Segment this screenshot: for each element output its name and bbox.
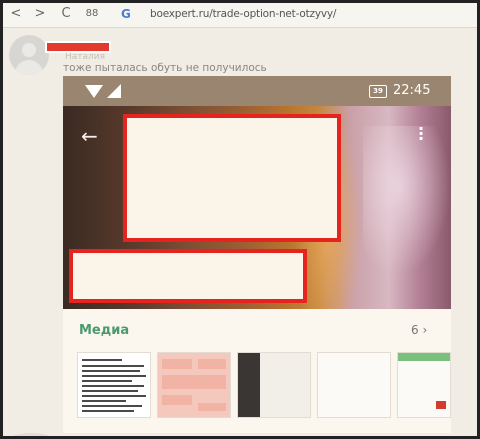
media-title: Медиа [79,323,130,338]
more-vertical-icon[interactable]: · · · [418,121,424,147]
reload-button[interactable]: C [59,6,73,22]
commenter-avatar [9,35,49,75]
media-thumbnail[interactable] [237,352,311,418]
tabs-button[interactable]: 88 [83,6,101,22]
media-section-header[interactable]: Медиа 6 › [63,309,451,349]
forward-button[interactable]: > [33,6,47,22]
redaction-box-top [123,114,341,242]
avatar-head-shape [22,43,36,57]
screenshot-frame: < > C 88 G boexpert.ru/trade-option-net-… [0,0,480,439]
chevron-right-icon: › [422,323,428,337]
signal-icon [107,84,121,98]
media-thumbnail[interactable] [317,352,391,418]
back-button[interactable]: < [9,6,23,22]
phone-status-bar: 39 22:45 [63,76,451,106]
address-bar[interactable]: boexpert.ru/trade-option-net-otzyvy/ [150,8,336,20]
wifi-icon [85,85,103,98]
avatar-body-shape [15,60,43,75]
comment-author: Наталия [65,52,106,62]
back-arrow-icon[interactable]: ← [81,124,98,148]
phone-screenshot: 39 22:45 ← · · · Медиа 6 › [63,76,451,433]
google-logo-icon: G [121,7,131,21]
comment-text: тоже пыталась обуть не получилось [63,62,267,74]
status-time: 22:45 [393,83,431,98]
image-highlight [363,126,451,276]
media-thumbnails [77,352,451,422]
media-viewer-image[interactable]: ← · · · [63,106,451,309]
media-thumbnail[interactable] [77,352,151,418]
browser-toolbar: < > C 88 G boexpert.ru/trade-option-net-… [3,3,477,28]
media-thumbnail[interactable] [397,352,451,418]
media-count[interactable]: 6 › [411,323,427,337]
battery-icon: 39 [369,85,387,98]
media-thumbnail[interactable] [157,352,231,418]
redaction-box-bottom [69,249,307,303]
next-comment-avatar [11,433,51,436]
